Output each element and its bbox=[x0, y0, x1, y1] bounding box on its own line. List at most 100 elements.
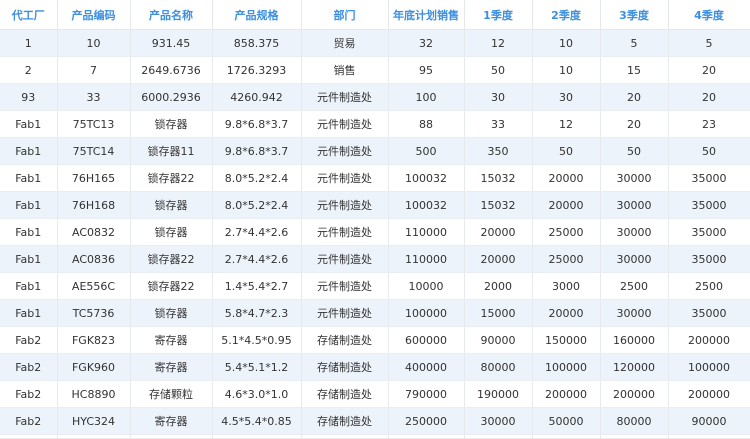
cell-q3: 5 bbox=[600, 29, 669, 57]
cell-department: 元件制造处 bbox=[301, 110, 389, 138]
cell-product-name: 锁存器 bbox=[130, 191, 213, 219]
cell-q1: 20000 bbox=[464, 218, 533, 246]
cell-annual-plan: 88 bbox=[388, 110, 465, 138]
cell-factory: Fab2 bbox=[0, 407, 58, 435]
cell-product-name: 锁存器 bbox=[130, 218, 213, 246]
cell-factory: Fab1 bbox=[0, 137, 58, 165]
table-row[interactable]: Fab2 HC8890 存储颗粒 4.6*3.0*1.0 存储制造处 790000 1900… bbox=[0, 380, 750, 408]
column-header-product-code[interactable]: 产品编码 bbox=[57, 0, 131, 30]
cell-q2: 20000 bbox=[532, 299, 601, 327]
cell-factory: Fab1 bbox=[0, 164, 58, 192]
cell-q2: 25000 bbox=[532, 218, 601, 246]
table-row[interactable]: Fab1 76H165 锁存器22 8.0*5.2*2.4 元件制造处 100032 150… bbox=[0, 164, 750, 192]
cell-product-spec: 4.6*3.0*1.0 bbox=[212, 380, 302, 408]
cell-q4: 100000 bbox=[668, 353, 750, 381]
cell-q2: 10 bbox=[532, 56, 601, 84]
table-row[interactable]: Fab1 AC0836 锁存器22 2.7*4.4*2.6 元件制造处 110000 200… bbox=[0, 245, 750, 273]
cell-q3: 30000 bbox=[600, 245, 669, 273]
cell-annual-plan: 600000 bbox=[388, 326, 465, 354]
cell-annual-plan: 110000 bbox=[388, 218, 465, 246]
cell-q4: 20 bbox=[668, 56, 750, 84]
cell-q3: 120000 bbox=[600, 353, 669, 381]
column-header-department[interactable]: 部门 bbox=[301, 0, 389, 30]
cell-product-name: 锁存器 bbox=[130, 110, 213, 138]
cell-product-code: AC0836 bbox=[57, 245, 131, 273]
table-row[interactable]: Fab1 75TC13 锁存器 9.8*6.8*3.7 元件制造处 88 33 12 20 23 bbox=[0, 110, 750, 138]
cell-product-code: 7 bbox=[57, 56, 131, 84]
cell-product-name: 2649.6736 bbox=[130, 56, 213, 84]
cell-q3: 2500 bbox=[600, 272, 669, 300]
cell-product-code: 33 bbox=[57, 83, 131, 111]
cell-department: 贸易 bbox=[301, 29, 389, 57]
cell-q1: 12 bbox=[464, 29, 533, 57]
table-row[interactable]: Fab1 AE556C 锁存器22 1.4*5.4*2.7 元件制造处 10000 2000… bbox=[0, 272, 750, 300]
cell-q3: 15 bbox=[600, 56, 669, 84]
cell-product-spec: 4260.942 bbox=[212, 83, 302, 111]
cell-q2: 200000 bbox=[532, 380, 601, 408]
cell-product-spec: 2.7*4.4*2.6 bbox=[212, 218, 302, 246]
table-row[interactable]: Fab2 HYC324 寄存器 4.5*5.4*0.85 存储制造处 250000 3000… bbox=[0, 407, 750, 435]
cell-q1: 33 bbox=[464, 110, 533, 138]
cell-product-name: 存储颗粒 bbox=[130, 380, 213, 408]
column-header-annual-plan[interactable]: 年底计划销售 bbox=[388, 0, 465, 30]
cell-product-code: AC0832 bbox=[57, 218, 131, 246]
cell-product-code: AE556C bbox=[57, 272, 131, 300]
cell-annual-plan: 790000 bbox=[388, 380, 465, 408]
header-row: 代工厂 产品编码 产品名称 产品规格 部门 年底计划销售 1季度 2季度 3季度… bbox=[0, 0, 750, 30]
table-row[interactable]: Fab1 76H168 锁存器 8.0*5.2*2.4 元件制造处 100032 15032… bbox=[0, 191, 750, 219]
report-table-container: 代工厂 产品编码 产品名称 产品规格 部门 年底计划销售 1季度 2季度 3季度… bbox=[0, 0, 750, 439]
cell-department: 存储制造处 bbox=[301, 353, 389, 381]
cell-factory: Fab1 bbox=[0, 272, 58, 300]
cell-q4: 35000 bbox=[668, 191, 750, 219]
cell-department: 元件制造处 bbox=[301, 83, 389, 111]
column-header-factory[interactable]: 代工厂 bbox=[0, 0, 58, 30]
cell-q2: 30 bbox=[532, 83, 601, 111]
cell-q4: 35000 bbox=[668, 299, 750, 327]
cell-q4: 5 bbox=[668, 29, 750, 57]
cell-product-name: 锁存器22 bbox=[130, 164, 213, 192]
column-header-q2[interactable]: 2季度 bbox=[532, 0, 601, 30]
table-row[interactable]: Fab2 FGK960 寄存器 5.4*5.1*1.2 存储制造处 400000 80000… bbox=[0, 353, 750, 381]
cell-factory: 93 bbox=[0, 83, 58, 111]
cell-q4: 200000 bbox=[668, 380, 750, 408]
table-row[interactable]: 2 7 2649.6736 1726.3293 销售 95 50 10 15 20 bbox=[0, 56, 750, 84]
cell-department: 存储制造处 bbox=[301, 407, 389, 435]
cell-product-spec: 1726.3293 bbox=[212, 56, 302, 84]
cell-product-code: FGK823 bbox=[57, 326, 131, 354]
cell-product-spec: 5.4*5.1*1.2 bbox=[212, 353, 302, 381]
cell-product-code: 76H168 bbox=[57, 191, 131, 219]
cell-department: 元件制造处 bbox=[301, 191, 389, 219]
cell-product-name: 寄存器 bbox=[130, 407, 213, 435]
cell-department: 元件制造处 bbox=[301, 137, 389, 165]
cell-q3: 30000 bbox=[600, 299, 669, 327]
cell-annual-plan: 100032 bbox=[388, 164, 465, 192]
cell-q4: 200000 bbox=[668, 326, 750, 354]
column-header-q3[interactable]: 3季度 bbox=[600, 0, 669, 30]
table-row[interactable]: Fab1 75TC14 锁存器11 9.8*6.8*3.7 元件制造处 500 350 50 5… bbox=[0, 137, 750, 165]
table-row[interactable]: Fab2 FGK823 寄存器 5.1*4.5*0.95 存储制造处 600000 9000… bbox=[0, 326, 750, 354]
cell-q3: 20 bbox=[600, 110, 669, 138]
cell-factory: Fab1 bbox=[0, 110, 58, 138]
cell-factory: Fab1 bbox=[0, 245, 58, 273]
table-row[interactable]: 93 33 6000.2936 4260.942 元件制造处 100 30 30 20 20 bbox=[0, 83, 750, 111]
cell-q2: 50 bbox=[532, 137, 601, 165]
cell-product-spec: 5.8*4.7*2.3 bbox=[212, 299, 302, 327]
cell-q4: 90000 bbox=[668, 407, 750, 435]
column-header-product-spec[interactable]: 产品规格 bbox=[212, 0, 302, 30]
table-body: 1 10 931.45 858.375 贸易 32 12 10 5 5 2 7 2649.6736 172… bbox=[0, 29, 750, 439]
cell-q1: 2000 bbox=[464, 272, 533, 300]
cell-q1: 15032 bbox=[464, 164, 533, 192]
cell-factory: Fab1 bbox=[0, 218, 58, 246]
column-header-product-name[interactable]: 产品名称 bbox=[130, 0, 213, 30]
table-row[interactable]: Fab1 AC0832 锁存器 2.7*4.4*2.6 元件制造处 110000 20000… bbox=[0, 218, 750, 246]
cell-q4: 35000 bbox=[668, 164, 750, 192]
cell-product-code: HC8890 bbox=[57, 380, 131, 408]
cell-q1: 90000 bbox=[464, 326, 533, 354]
column-header-q4[interactable]: 4季度 bbox=[668, 0, 750, 30]
column-header-q1[interactable]: 1季度 bbox=[464, 0, 533, 30]
cell-q1: 20000 bbox=[464, 245, 533, 273]
table-row[interactable]: Fab1 TC5736 锁存器 5.8*4.7*2.3 元件制造处 100000 15000… bbox=[0, 299, 750, 327]
table-row[interactable]: 1 10 931.45 858.375 贸易 32 12 10 5 5 bbox=[0, 29, 750, 57]
cell-annual-plan: 400000 bbox=[388, 353, 465, 381]
cell-q2: 150000 bbox=[532, 326, 601, 354]
